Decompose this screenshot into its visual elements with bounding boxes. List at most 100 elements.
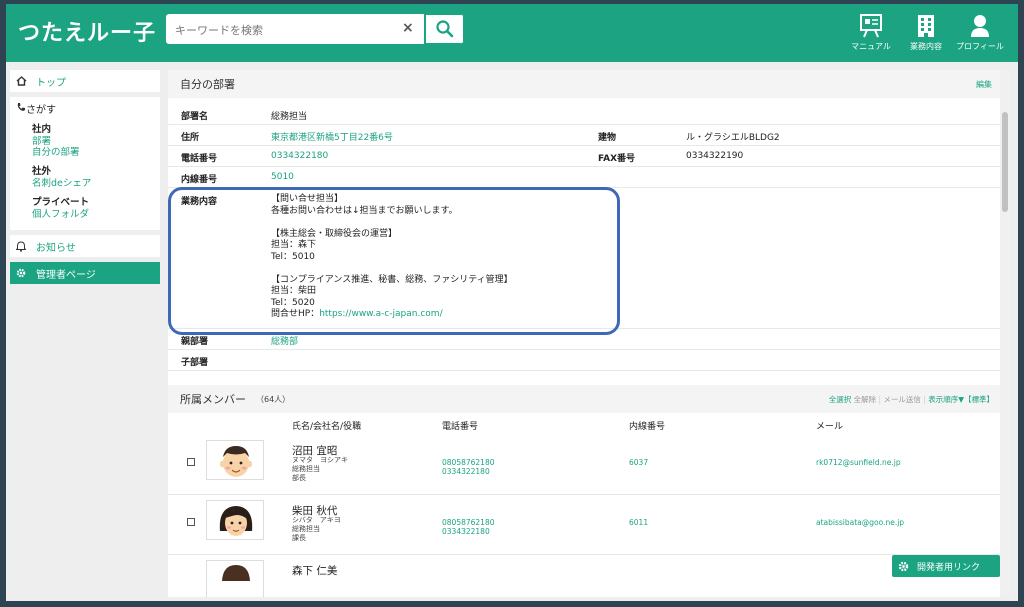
dept-building-label: 建物 [598, 133, 617, 143]
sidebar-item-notice[interactable]: お知らせ [10, 235, 160, 257]
sidebar-item-personal-folder[interactable]: 個人フォルダ [32, 209, 160, 220]
sidebar-private-title: プライベート [32, 197, 90, 208]
member-phones: 08058762180 0334322180 [442, 458, 495, 476]
dept-parent-label: 親部署 [181, 337, 209, 347]
member-kana: シバタ アキヨ [292, 516, 341, 524]
members-toolbar: 全選択 全解除 | メール送信 | 表示順序▼【標準】 [828, 395, 994, 404]
sidebar-external-title: 社外 [32, 166, 52, 177]
phone-icon [16, 102, 26, 115]
sidebar-item-admin[interactable]: 管理者ページ [10, 262, 160, 284]
member-ext-link[interactable]: 6037 [629, 458, 648, 467]
member-checkbox[interactable] [187, 458, 195, 466]
search-button[interactable] [424, 14, 464, 44]
deselect-all-link[interactable]: 全解除 [854, 395, 877, 404]
person-icon [971, 15, 989, 37]
gear-icon [898, 561, 909, 571]
search-box: × [166, 14, 464, 44]
search-input[interactable] [175, 21, 395, 39]
select-all-link[interactable]: 全選択 [829, 395, 852, 404]
members-column-header: 氏名/会社名/役職 電話番号 内線番号 メール [168, 413, 1000, 435]
member-title: 課長 [292, 534, 306, 542]
dept-name-value: 総務担当 [271, 112, 308, 122]
app-logo[interactable]: つたえルー子 [18, 15, 156, 47]
member-name[interactable]: 森下 仁美 [292, 563, 337, 578]
member-kana: ヌマタ ヨシアキ [292, 456, 348, 464]
table-row[interactable]: 森下 仁美 [168, 555, 1000, 597]
sidebar-top-label: トップ [36, 77, 66, 89]
clear-icon[interactable]: × [402, 20, 414, 36]
members-title: 所属メンバー [180, 393, 246, 406]
nav-profile-label: プロフィール [956, 42, 1004, 51]
dept-section-title: 自分の部署 [180, 78, 235, 91]
developer-link-button[interactable]: 開発者用リンク [892, 555, 1000, 577]
nav-manual-label: マニュアル [851, 42, 891, 51]
edit-link[interactable]: 編集 [976, 79, 992, 90]
dept-building-value: ル・グラシエルBLDG2 [686, 133, 780, 143]
member-mobile-link[interactable]: 08058762180 [442, 458, 495, 467]
dept-ext-link[interactable]: 5010 [271, 172, 294, 182]
nav-manual[interactable]: マニュアル [841, 14, 901, 52]
col-mail: メール [816, 422, 844, 432]
developer-link-label: 開発者用リンク [917, 562, 981, 573]
member-mobile-link[interactable]: 08058762180 [442, 518, 495, 527]
member-details: シバタ アキヨ 総務担当 課長 [292, 516, 341, 543]
home-icon [16, 76, 30, 86]
dept-child-row: 子部署 [168, 350, 1000, 371]
table-row[interactable]: 沼田 宜昭 ヌマタ ヨシアキ 総務担当 部長 08058762180 03343… [168, 435, 1000, 495]
dept-address-label: 住所 [181, 133, 200, 143]
manual-board-icon [860, 14, 882, 38]
gear-icon [16, 268, 30, 278]
scrollbar-thumb[interactable] [1002, 112, 1008, 212]
dept-name-row: 部署名 総務担当 [168, 104, 1000, 125]
members-section-header: 所属メンバー （64人） 全選択 全解除 | メール送信 | 表示順序▼【標準】 [168, 385, 1000, 413]
main-scrollbar[interactable] [1000, 70, 1010, 597]
member-dept: 総務担当 [292, 525, 320, 533]
dept-phone-row: 電話番号 0334322180 FAX番号 0334322190 [168, 146, 1000, 167]
dept-address-row: 住所 東京都港区新橋5丁目22番6号 建物 ル・グラシエルBLDG2 [168, 125, 1000, 146]
member-checkbox[interactable] [187, 518, 195, 526]
dept-ext-row: 内線番号 5010 [168, 167, 1000, 188]
sidebar-item-card-share[interactable]: 名刺deシェア [32, 178, 160, 189]
dept-name-label: 部署名 [181, 112, 209, 122]
send-mail-link[interactable]: メール送信 [883, 395, 921, 404]
dept-address-link[interactable]: 東京都港区新橋5丁目22番6号 [271, 130, 393, 143]
nav-profile[interactable]: プロフィール [950, 14, 1010, 52]
member-phone-link[interactable]: 0334322180 [442, 527, 495, 536]
bell-icon [16, 240, 30, 252]
sidebar-item-departments[interactable]: 部署 [32, 136, 160, 147]
sidebar-search-title: さがす [26, 104, 56, 116]
dept-phone-label: 電話番号 [181, 154, 218, 164]
sidebar-admin-label: 管理者ページ [36, 269, 96, 281]
member-mail-link[interactable]: atabissibata@goo.ne.jp [816, 518, 904, 527]
avatar[interactable] [206, 500, 264, 540]
member-phone-link[interactable]: 0334322180 [442, 467, 495, 476]
member-phones: 08058762180 0334322180 [442, 518, 495, 536]
dept-child-label: 子部署 [181, 358, 209, 368]
building-icon [918, 15, 934, 37]
member-mail-link[interactable]: rk0712@sunfield.ne.jp [816, 458, 901, 467]
dept-parent-link[interactable]: 総務部 [271, 334, 298, 347]
member-ext-link[interactable]: 6011 [629, 518, 648, 527]
sidebar-notice-label: お知らせ [36, 242, 76, 254]
member-title: 部長 [292, 474, 306, 482]
sidebar-item-top[interactable]: トップ [10, 70, 160, 92]
sidebar-item-my-department[interactable]: 自分の部署 [32, 147, 160, 158]
col-ext: 内線番号 [629, 422, 666, 432]
dept-fax-label: FAX番号 [598, 154, 636, 164]
nav-business[interactable]: 業務内容 [896, 14, 956, 52]
nav-business-label: 業務内容 [910, 42, 942, 51]
dept-ext-label: 内線番号 [181, 175, 218, 185]
avatar[interactable] [206, 440, 264, 480]
dept-phone-link[interactable]: 0334322180 [271, 151, 328, 161]
dept-fax-value: 0334322190 [686, 151, 744, 161]
table-row[interactable]: 柴田 秋代 シバタ アキヨ 総務担当 課長 08058762180 033432… [168, 495, 1000, 555]
sidebar-internal-title: 社内 [32, 124, 52, 135]
duties-highlight-frame [168, 187, 620, 335]
sidebar-search-box: さがす 社内 部署 自分の部署 社外 名刺deシェア プライベート 個人フォルダ [10, 97, 160, 230]
col-phone: 電話番号 [442, 422, 479, 432]
sidebar: トップ さがす 社内 部署 自分の部署 社外 名刺deシェア プライベート 個人… [10, 70, 160, 284]
members-count: （64人） [256, 394, 291, 404]
avatar[interactable] [206, 560, 264, 597]
sort-order-dropdown[interactable]: 表示順序▼【標準】 [928, 395, 994, 404]
